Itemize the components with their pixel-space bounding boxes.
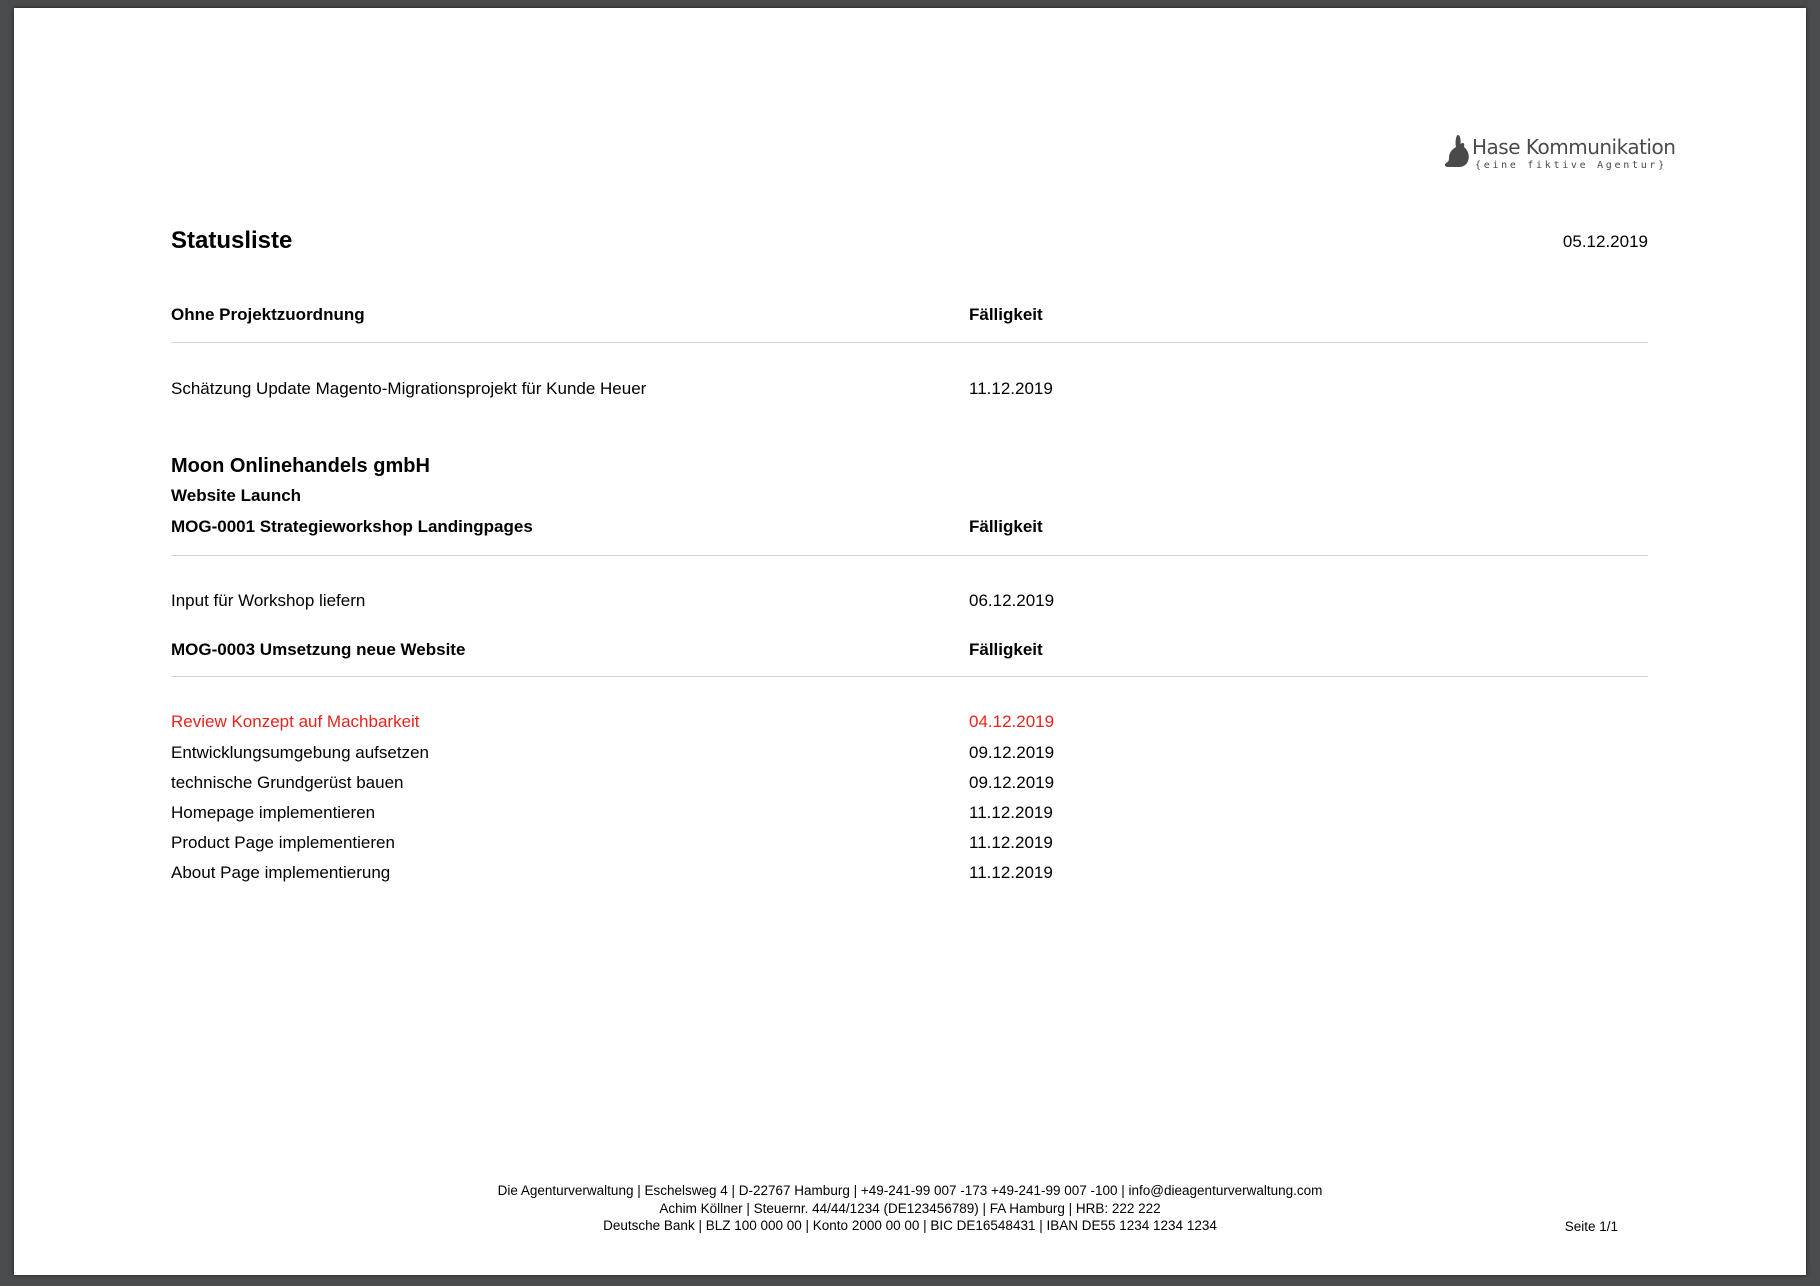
page-number: Seite 1/1 xyxy=(1564,1219,1618,1234)
task-due-date: 06.12.2019 xyxy=(969,591,1055,610)
task-name: Input für Workshop liefern xyxy=(171,591,366,610)
divider xyxy=(171,555,1648,556)
document-page: Hase Kommunikation {eine fiktive Agentur… xyxy=(14,8,1806,1275)
task-due-date: 09.12.2019 xyxy=(969,743,1055,762)
job-heading: MOG-0003 Umsetzung neue Website xyxy=(171,640,466,659)
task-name-overdue: Review Konzept auf Machbarkeit xyxy=(171,712,420,731)
due-column-heading: Fälligkeit xyxy=(969,517,1043,536)
project-name: Website Launch xyxy=(171,486,302,505)
logo-tagline: {eine fiktive Agentur} xyxy=(1475,160,1667,171)
document-date: 05.12.2019 xyxy=(1562,232,1648,251)
page-title: Statusliste xyxy=(171,227,293,254)
footer-address-line: Die Agenturverwaltung | Eschelsweg 4 | D… xyxy=(497,1183,1323,1198)
footer: Die Agenturverwaltung | Eschelsweg 4 | D… xyxy=(14,1182,1806,1235)
task-due-date: 11.12.2019 xyxy=(969,379,1053,398)
rabbit-icon xyxy=(1444,135,1469,167)
task-due-date-overdue: 04.12.2019 xyxy=(969,712,1055,731)
task-due-date: 09.12.2019 xyxy=(969,773,1055,792)
divider xyxy=(171,342,1648,343)
company-logo: Hase Kommunikation {eine fiktive Agentur… xyxy=(1444,130,1676,172)
client-name: Moon Onlinehandels gmbH xyxy=(171,455,430,477)
task-name: Product Page implementieren xyxy=(171,833,395,852)
task-name: About Page implementierung xyxy=(171,863,391,882)
footer-tax-line: Achim Köllner | Steuernr. 44/44/1234 (DE… xyxy=(659,1200,1161,1216)
task-name: Entwicklungsumgebung aufsetzen xyxy=(171,743,429,762)
task-due-date: 11.12.2019 xyxy=(969,803,1053,822)
divider xyxy=(171,676,1648,677)
due-column-heading: Fälligkeit xyxy=(969,640,1043,659)
section-heading-unassigned: Ohne Projektzuordnung xyxy=(171,305,365,324)
task-name: Homepage implementieren xyxy=(171,803,376,822)
task-name: Schätzung Update Magento-Migrationsproje… xyxy=(171,379,647,398)
task-name: technische Grundgerüst bauen xyxy=(171,773,404,792)
footer-bank-line: Deutsche Bank | BLZ 100 000 00 | Konto 2… xyxy=(603,1218,1217,1233)
task-due-date: 11.12.2019 xyxy=(969,863,1053,882)
due-column-heading: Fälligkeit xyxy=(969,305,1043,324)
task-due-date: 11.12.2019 xyxy=(969,833,1053,852)
job-heading: MOG-0001 Strategieworkshop Landingpages xyxy=(171,517,533,536)
logo-name: Hase Kommunikation xyxy=(1472,135,1676,159)
